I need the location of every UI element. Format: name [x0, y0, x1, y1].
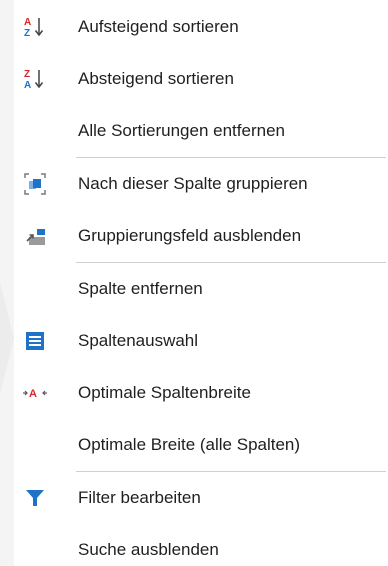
- background-panel-shape: [0, 282, 14, 394]
- menu-item-hide-group-panel[interactable]: Gruppierungsfeld ausblenden: [14, 210, 388, 262]
- menu-item-label: Spalte entfernen: [78, 279, 203, 298]
- svg-text:A: A: [24, 17, 31, 28]
- hide-group-panel-icon: [23, 224, 47, 248]
- menu-item-label: Aufsteigend sortieren: [78, 16, 239, 36]
- svg-text:A: A: [29, 388, 37, 400]
- menu-item-column-chooser[interactable]: Spaltenauswahl: [14, 315, 388, 367]
- menu-item-label: Absteigend sortieren: [78, 69, 234, 88]
- svg-text:Z: Z: [24, 69, 30, 80]
- menu-item-clear-sorting[interactable]: Alle Sortierungen entfernen: [14, 105, 388, 157]
- menu-item-label: Optimale Breite (alle Spalten): [78, 435, 301, 454]
- menu-item-label: Gruppierungsfeld ausblenden: [78, 226, 302, 245]
- column-chooser-icon: [23, 329, 47, 353]
- menu-item-label: Filter bearbeiten: [78, 488, 201, 507]
- sort-ascending-icon: A Z: [23, 15, 47, 39]
- column-context-menu: A Z Aufsteigend sortieren Z A Absteigend…: [14, 0, 388, 566]
- menu-item-sort-descending[interactable]: Z A Absteigend sortieren: [14, 53, 388, 105]
- menu-item-filter-editor[interactable]: Filter bearbeiten: [14, 472, 388, 524]
- menu-item-sort-ascending[interactable]: A Z Aufsteigend sortieren: [14, 0, 388, 53]
- menu-item-best-fit[interactable]: A Optimale Spaltenbreite: [14, 367, 388, 419]
- menu-item-label: Alle Sortierungen entfernen: [78, 121, 285, 140]
- menu-item-label: Spaltenauswahl: [78, 331, 199, 350]
- menu-item-best-fit-all-columns[interactable]: Optimale Breite (alle Spalten): [14, 419, 388, 471]
- menu-item-group-by-column[interactable]: Nach dieser Spalte gruppieren: [14, 158, 388, 210]
- best-fit-icon: A: [23, 381, 47, 405]
- svg-text:A: A: [24, 80, 31, 91]
- menu-item-label: Optimale Spaltenbreite: [78, 383, 251, 402]
- menu-item-hide-search[interactable]: Suche ausblenden: [14, 524, 388, 566]
- svg-text:Z: Z: [24, 28, 30, 39]
- menu-item-label: Suche ausblenden: [78, 540, 219, 559]
- menu-item-label: Nach dieser Spalte gruppieren: [78, 174, 308, 193]
- menu-item-remove-column[interactable]: Spalte entfernen: [14, 263, 388, 315]
- sort-descending-icon: Z A: [23, 67, 47, 91]
- group-by-column-icon: [23, 172, 47, 196]
- filter-icon: [23, 486, 47, 510]
